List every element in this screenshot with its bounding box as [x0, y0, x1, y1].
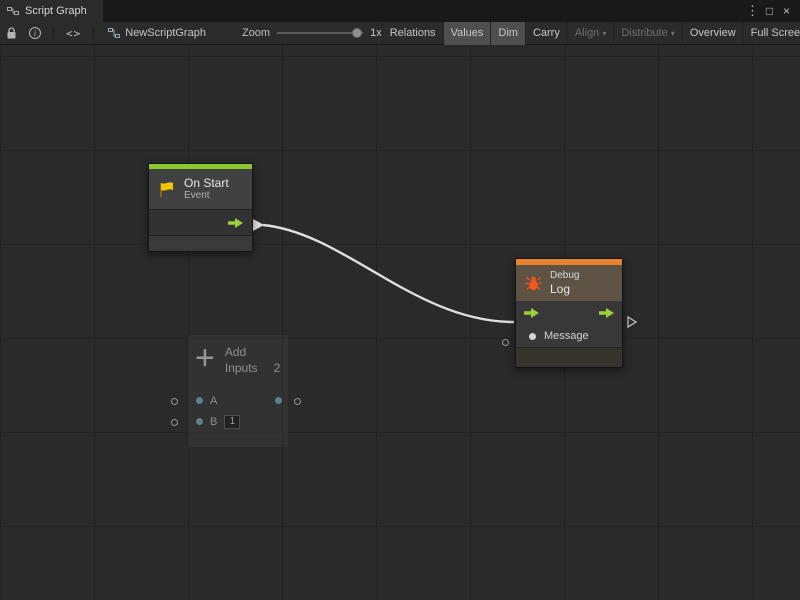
message-value-port[interactable]: [529, 333, 536, 340]
values-button[interactable]: Values: [443, 22, 491, 45]
zoom-value: 1x: [370, 27, 382, 39]
close-icon[interactable]: ×: [778, 0, 795, 22]
fullscreen-button[interactable]: Full Screen: [743, 22, 800, 45]
add-word: Add: [225, 344, 280, 360]
input-port-b[interactable]: [196, 418, 203, 425]
output-port-sum[interactable]: [275, 397, 282, 404]
zoom-control: Zoom 1x: [242, 27, 382, 39]
inputs-count[interactable]: 2: [274, 360, 281, 376]
dim-button[interactable]: Dim: [490, 22, 525, 45]
chevron-down-icon: ▾: [602, 29, 606, 38]
port-b-value-field[interactable]: 1: [224, 415, 240, 429]
plus-icon: +: [195, 343, 215, 373]
graph-asset-selector[interactable]: NewScriptGraph: [100, 27, 214, 39]
unity-script-graph-window: { "window": { "tab_label": "Script Graph…: [0, 0, 800, 600]
distribute-dropdown[interactable]: Distribute ▾: [613, 22, 681, 45]
align-dropdown[interactable]: Align ▾: [567, 22, 613, 45]
inputs-word: Inputs: [225, 360, 258, 376]
graph-name: NewScriptGraph: [125, 27, 206, 39]
on-start-body: [149, 209, 252, 235]
toolbar-separator: [53, 26, 54, 40]
on-start-header: On Start Event: [149, 169, 252, 209]
lock-icon[interactable]: [0, 22, 23, 45]
message-input-row: Message: [516, 325, 622, 347]
node-add-inputs-dimmed[interactable]: + Add Inputs 2 A B 1: [188, 335, 288, 447]
chevron-down-icon: ▾: [671, 29, 675, 38]
tab-script-graph[interactable]: Script Graph: [0, 0, 103, 22]
graph-canvas[interactable]: [0, 45, 800, 600]
trigger-row: [516, 301, 622, 325]
port-b-label: B: [210, 416, 217, 428]
add-inputs-line: Inputs 2: [225, 360, 280, 376]
maximize-icon[interactable]: □: [761, 0, 778, 22]
zoom-label: Zoom: [242, 27, 270, 39]
tab-label: Script Graph: [25, 5, 87, 17]
window-menu-icon[interactable]: ⋮: [744, 0, 761, 22]
add-node-titles: Add Inputs 2: [225, 343, 280, 376]
graph-asset-icon: [108, 27, 120, 39]
node-subtitle: Event: [184, 190, 229, 202]
message-port-label: Message: [544, 330, 589, 342]
node-title: On Start: [184, 176, 229, 190]
debug-log-footer: [516, 347, 622, 367]
carry-button[interactable]: Carry: [525, 22, 567, 45]
add-node-header: + Add Inputs 2: [188, 335, 288, 376]
distribute-label: Distribute: [621, 27, 667, 39]
output-hint-triangle-icon[interactable]: [627, 316, 637, 328]
zoom-slider[interactable]: [277, 32, 363, 34]
port-row-a: A: [188, 390, 288, 411]
debug-log-titles: Debug Log: [550, 270, 579, 296]
debug-log-header: Debug Log: [516, 265, 622, 301]
titlebar: Script Graph ⋮ □ ×: [0, 0, 800, 22]
edit-code-icon[interactable]: <>: [60, 22, 87, 45]
node-category: Debug: [550, 270, 579, 282]
toolbar-buttons: Relations Values Dim Carry Align ▾ Distr…: [382, 22, 800, 45]
trigger-output-port[interactable]: [228, 218, 243, 228]
port-row-b: B 1: [188, 411, 288, 432]
window-controls: ⋮ □ ×: [744, 0, 800, 22]
port-a-label: A: [210, 395, 217, 407]
node-debug-log[interactable]: Debug Log Message: [515, 258, 623, 368]
node-title: Log: [550, 282, 579, 296]
graph-toolbar: i <> NewScriptGraph Zoom 1x Relations Va…: [0, 22, 800, 45]
port-hint-circle[interactable]: [502, 339, 509, 346]
port-hint-circle[interactable]: [294, 398, 301, 405]
bug-icon: [524, 275, 543, 292]
add-node-ports: A B 1: [188, 390, 288, 432]
flag-icon: [157, 181, 177, 198]
input-port-a[interactable]: [196, 397, 203, 404]
port-hint-circle[interactable]: [171, 398, 178, 405]
on-start-titles: On Start Event: [184, 176, 229, 202]
debug-log-body: Message: [516, 301, 622, 347]
relations-button[interactable]: Relations: [382, 22, 443, 45]
align-label: Align: [575, 27, 599, 39]
on-start-footer: [149, 235, 252, 251]
info-icon[interactable]: i: [23, 22, 47, 45]
trigger-output-port[interactable]: [599, 308, 614, 318]
toolbar-separator: [93, 26, 94, 40]
port-hint-circle[interactable]: [171, 419, 178, 426]
zoom-slider-handle[interactable]: [352, 28, 362, 38]
script-graph-icon: [7, 5, 19, 17]
overview-button[interactable]: Overview: [682, 22, 743, 45]
trigger-input-port[interactable]: [524, 308, 539, 318]
node-on-start[interactable]: On Start Event: [148, 163, 253, 252]
